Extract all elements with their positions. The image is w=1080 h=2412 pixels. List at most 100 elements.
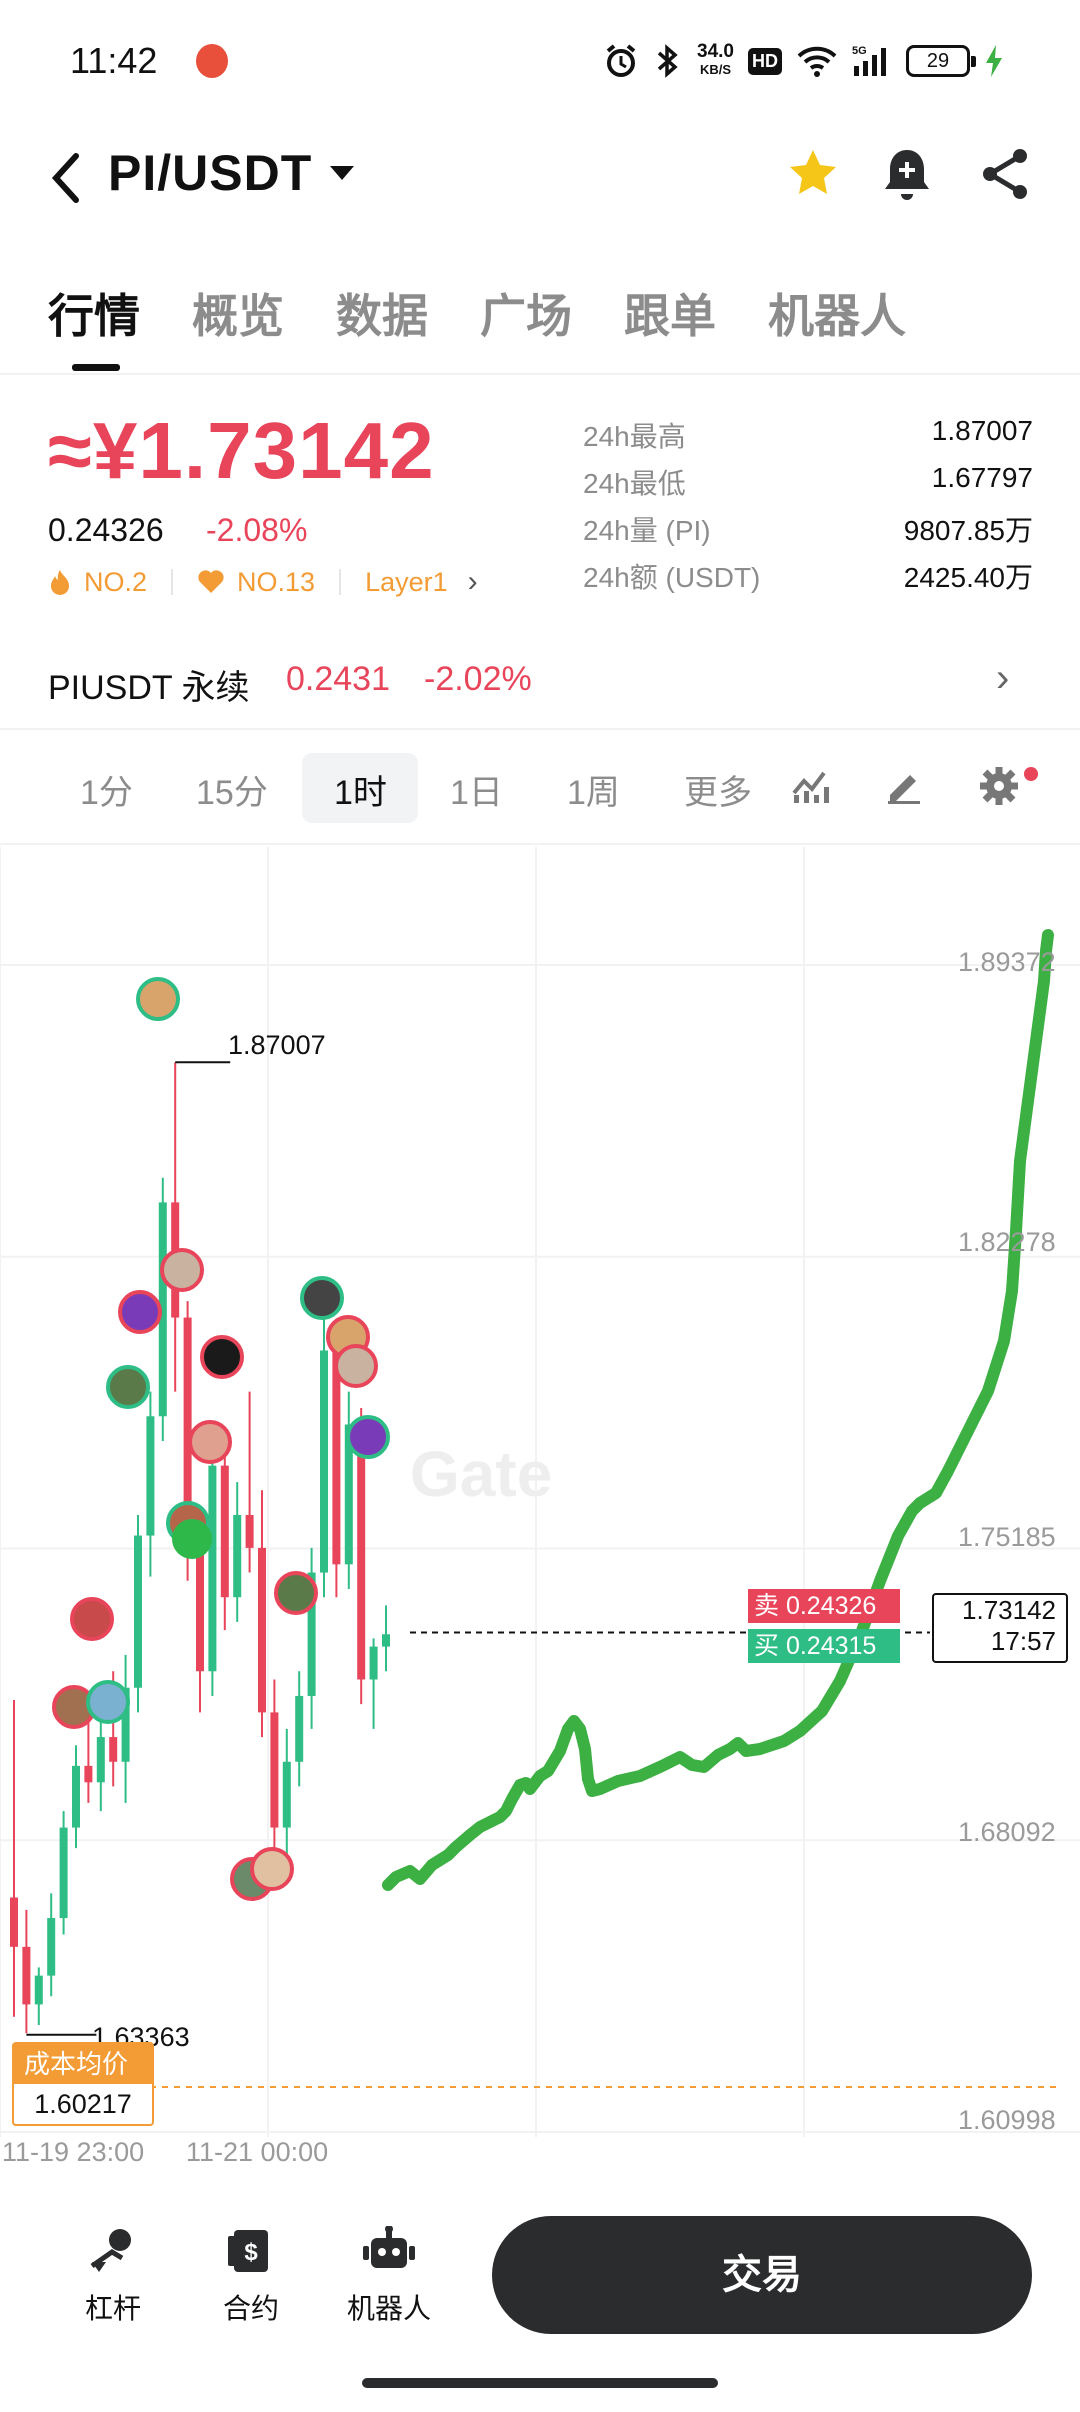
alarm-icon [606,44,636,77]
trade-button[interactable]: 交易 [492,2216,1032,2334]
buy-price-tag[interactable]: 买 0.24315 [748,1629,900,1663]
avatar-marker [70,1597,114,1641]
avatar-marker [118,1290,162,1334]
candle-body [84,1765,93,1783]
rank-badge-2: NO.13 [237,566,316,597]
chevron-right-icon: › [467,565,478,598]
avatar-marker [346,1415,390,1459]
candle-body [59,1827,68,1919]
robot-button[interactable]: 机器人 [334,2225,444,2327]
leverage-icon [90,2229,131,2272]
price-change: -2.08% [206,512,308,548]
candle-body [245,1514,254,1548]
bell-plus-icon[interactable] [882,146,932,202]
avatar-marker [274,1571,318,1615]
candle-body [233,1514,242,1598]
avatar-marker [334,1344,378,1388]
tab-square[interactable]: 广场 [480,280,572,346]
status-bar: 11:42 34.0 KB/S HD 5G 29 [0,0,1080,120]
avatar-marker [106,1365,150,1409]
chart-canvas[interactable] [0,847,1080,2177]
stat-row: 24h最低 1.67797 [583,462,1033,499]
notification-dot [1024,767,1038,781]
tab-robot[interactable]: 机器人 [768,280,906,346]
interval-more[interactable]: 更多 [684,765,752,814]
leverage-button[interactable]: 杠杆 [58,2226,168,2327]
candle-body [72,1765,80,1828]
hd-badge: HD [748,47,782,75]
y-axis-label: 1.89372 [958,947,1056,977]
candle-body [146,1416,155,1536]
y-axis-label: 1.60998 [958,2105,1056,2135]
stat-row: 24h最高 1.87007 [583,415,1033,452]
tab-market[interactable]: 行情 [48,280,140,346]
y-axis-label: 1.75185 [958,1522,1056,1552]
top-nav: PI/USDT [0,130,1080,240]
sector-tag: Layer1 [365,566,448,597]
back-icon[interactable] [48,148,88,208]
avatar-marker [200,1335,244,1379]
avatar-marker [136,977,180,1021]
cost-average-value: 1.60217 [34,2089,132,2119]
tab-overview[interactable]: 概览 [192,280,284,346]
candle-body [320,1350,328,1573]
perpetual-price: 0.2431 [286,660,390,698]
candle-body [220,1465,229,1598]
chevron-right-icon: › [996,656,1010,700]
green-annotation-line [382,929,1054,1891]
candle-body [357,1424,366,1680]
svg-text:$: $ [244,2239,258,2266]
draw-pen-icon[interactable] [884,765,924,805]
pair-title[interactable]: PI/USDT [108,144,312,202]
share-icon[interactable] [978,146,1034,202]
interval-1w[interactable]: 1周 [567,765,620,814]
tab-data[interactable]: 数据 [336,280,428,346]
interval-15m[interactable]: 15分 [196,765,268,814]
settings-gear-icon[interactable] [978,765,1020,807]
battery-indicator: 29 [906,45,976,77]
stat-row: 24h额 (USDT) 2425.40万 [583,562,1033,593]
tab-copy-trade[interactable]: 跟单 [624,280,716,346]
indicator-icon[interactable] [790,765,832,805]
interval-1h[interactable]: 1时 [334,765,387,814]
interval-1m[interactable]: 1分 [80,765,133,814]
avatar-marker [188,1420,232,1464]
candlestick-chart[interactable]: Gate 1.89372 1.82278 1.75185 1.68092 1.6… [0,847,1080,2177]
section-tabs: 行情 概览 数据 广场 跟单 机器人 [0,280,1080,375]
caret-down-icon[interactable] [330,166,354,180]
perpetual-name: PIUSDT 永续 [48,669,250,707]
home-indicator [362,2378,718,2388]
candle-body [96,1737,105,1783]
candle-body [22,1946,31,2005]
contract-icon: $ [228,2230,268,2272]
candle-body [270,1712,279,1828]
candle-body [109,1737,118,1762]
candle-body [196,1547,204,1672]
stat-row: 24h量 (PI) 9807.85万 [583,515,1033,546]
interval-1d[interactable]: 1日 [450,765,503,814]
bluetooth-icon [657,44,678,78]
contract-button[interactable]: $ 合约 [196,2226,306,2327]
signal-icon: 5G [852,45,886,76]
heart-icon [198,570,224,593]
rank-row[interactable]: NO.2 NO.13 Layer1 › [48,565,478,599]
candle-body [10,1897,18,1947]
y-axis-label: 1.82278 [958,1227,1056,1257]
flame-icon [51,570,69,595]
sell-price-tag[interactable]: 卖 0.24326 [748,1589,900,1623]
usdt-price: 0.24326 [48,512,164,548]
cost-average-title: 成本均价 [14,2044,152,2084]
main-price: ≈¥1.73142 [48,406,435,495]
svg-text:5G: 5G [852,45,867,57]
y-axis-label: 1.68092 [958,1817,1056,1847]
avatar-marker [172,1519,212,1559]
divider [339,569,342,595]
candle-body [134,1535,142,1688]
perpetual-row[interactable]: PIUSDT 永续 0.2431 -2.02% › [0,640,1080,730]
candle-body [47,1918,56,1976]
candle-body [382,1634,390,1647]
candle-body [34,1975,43,2005]
charging-icon [986,45,1002,77]
avatar-marker [300,1276,344,1320]
star-icon[interactable] [785,146,841,202]
